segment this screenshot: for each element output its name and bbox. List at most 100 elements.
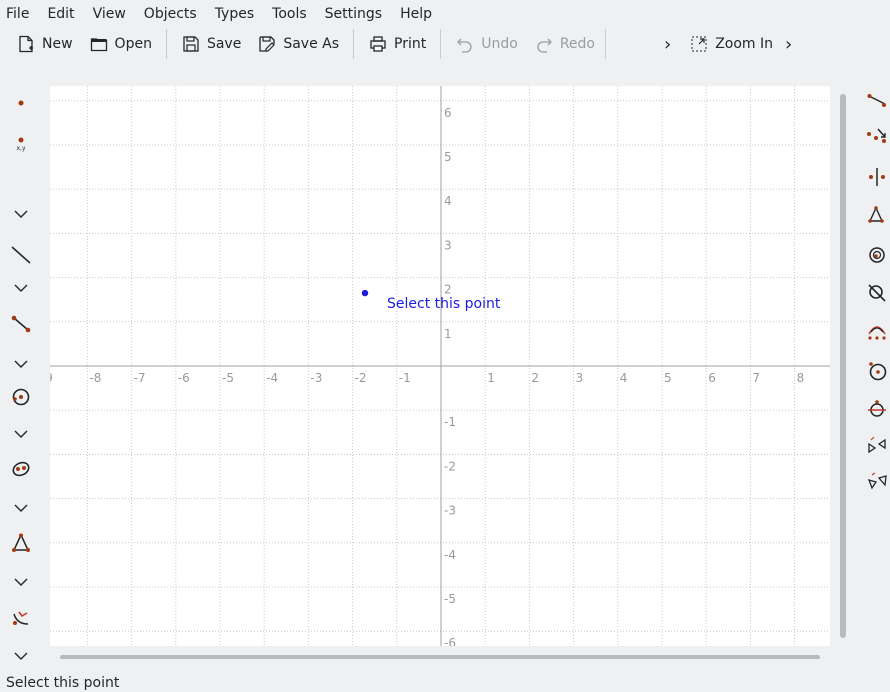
zoom-in-icon — [689, 34, 709, 54]
translate-tool-button[interactable] — [864, 434, 890, 460]
chevron-down-icon — [13, 575, 29, 591]
circle-by-center-tool-button[interactable] — [864, 360, 890, 386]
x-tick-label: 3 — [576, 371, 584, 385]
undo-label: Undo — [481, 36, 518, 52]
menu-file[interactable]: File — [0, 0, 38, 28]
expand-button[interactable] — [8, 644, 34, 670]
reflect-tool-button[interactable] — [864, 470, 890, 496]
x-tick-label: -3 — [310, 371, 322, 385]
expand-button[interactable] — [8, 496, 34, 522]
toolbar-separator — [353, 29, 355, 59]
more-actions-button[interactable]: › — [781, 29, 796, 59]
menu-tools[interactable]: Tools — [263, 0, 316, 28]
mirror-point-icon — [866, 166, 888, 192]
chevron-down-icon — [13, 207, 29, 223]
point-tool-button[interactable] — [8, 92, 34, 118]
ray-tool-button[interactable] — [864, 88, 890, 114]
y-tick-label: -6 — [444, 636, 456, 646]
conic-tool-button[interactable] — [8, 458, 34, 484]
coordinate-grid: 9 -8 -7 -6 -5 -4 -3 -2 -1 1 2 3 4 5 6 7 8 6 5 4 3 2 1 -1 -2 -3 -4 -… — [50, 86, 830, 646]
translate-icon — [866, 434, 888, 460]
midpoint-tool-button[interactable] — [864, 166, 890, 192]
triangle-icon — [866, 204, 888, 230]
line-tool-button[interactable] — [8, 244, 34, 270]
x-tick-label: -1 — [399, 371, 411, 385]
right-object-palette — [860, 88, 890, 508]
print-button[interactable]: Print — [360, 29, 434, 59]
menu-help[interactable]: Help — [391, 0, 441, 28]
x-tick-label: 7 — [752, 371, 760, 385]
polygon-tool-button[interactable] — [8, 532, 34, 558]
undo-icon — [455, 34, 475, 54]
vertical-scrollbar[interactable] — [840, 94, 846, 638]
y-tick-label: 3 — [444, 238, 452, 252]
segment-tool-button[interactable] — [8, 312, 34, 338]
x-tick-label: -8 — [89, 371, 101, 385]
point-coordinates-tool-button[interactable]: x,y — [8, 132, 34, 158]
redo-button[interactable]: Redo — [526, 29, 603, 59]
expand-button[interactable] — [8, 422, 34, 448]
x-tick-label: 6 — [708, 371, 716, 385]
undo-button[interactable]: Undo — [447, 29, 526, 59]
expand-button[interactable] — [8, 202, 34, 228]
redo-icon — [534, 34, 554, 54]
x-tick-label: -4 — [266, 371, 278, 385]
x-tick-label: -6 — [178, 371, 190, 385]
polygon-icon — [10, 532, 32, 558]
ray-icon — [866, 88, 888, 114]
menubar: File Edit View Objects Types Tools Setti… — [0, 0, 890, 28]
expand-button[interactable] — [8, 276, 34, 302]
menu-settings[interactable]: Settings — [316, 0, 391, 28]
save-as-label: Save As — [283, 36, 340, 52]
tangent-tool-button[interactable] — [864, 398, 890, 424]
open-button[interactable]: Open — [81, 29, 160, 59]
transformation-icon — [10, 608, 32, 634]
chevron-right-icon: › — [785, 33, 793, 55]
intersection-tool-button[interactable] — [864, 282, 890, 308]
zoom-in-button[interactable]: Zoom In — [681, 29, 781, 59]
toolbar-separator — [604, 29, 606, 59]
y-tick-label: 5 — [444, 150, 452, 164]
menu-objects[interactable]: Objects — [135, 0, 206, 28]
arc-three-points-tool-button[interactable] — [864, 320, 890, 346]
y-tick-label: -4 — [444, 548, 456, 562]
menu-types[interactable]: Types — [206, 0, 263, 28]
triangle-tool-button[interactable] — [864, 204, 890, 230]
toolbar-separator — [440, 29, 442, 59]
menu-edit[interactable]: Edit — [38, 0, 83, 28]
expand-button[interactable] — [8, 352, 34, 378]
x-tick-label: -2 — [355, 371, 367, 385]
open-label: Open — [114, 36, 152, 52]
menu-view[interactable]: View — [84, 0, 135, 28]
left-object-palette: x,y — [0, 88, 46, 668]
conic-icon — [10, 458, 32, 484]
segment-icon — [10, 312, 32, 338]
new-label: New — [42, 36, 73, 52]
transformation-tool-button[interactable] — [8, 608, 34, 634]
geometry-canvas[interactable]: 9 -8 -7 -6 -5 -4 -3 -2 -1 1 2 3 4 5 6 7 8 6 5 4 3 2 1 -1 -2 -3 -4 -… — [50, 86, 830, 646]
save-button[interactable]: Save — [173, 29, 249, 59]
circle-by-center-icon — [866, 360, 888, 386]
intersection-icon — [866, 282, 888, 308]
new-button[interactable]: New — [0, 29, 81, 59]
expand-button[interactable] — [8, 570, 34, 596]
save-as-button[interactable]: Save As — [249, 29, 347, 59]
more-actions-button[interactable]: › — [658, 29, 677, 59]
chevron-right-icon: › — [663, 33, 672, 55]
main-toolbar: New Open Save Save As Print Undo Redo › … — [0, 26, 890, 62]
toolbar-separator — [165, 29, 167, 59]
y-tick-label: -2 — [444, 459, 456, 473]
status-bar-text: Select this point — [6, 675, 120, 691]
arc-three-points-icon — [866, 320, 888, 346]
svg-text:x,y: x,y — [16, 145, 25, 152]
circle-tool-button[interactable] — [8, 386, 34, 412]
tangent-icon — [866, 398, 888, 424]
vector-tool-button[interactable] — [864, 124, 890, 150]
x-tick-label: 2 — [531, 371, 539, 385]
circle-icon — [10, 386, 32, 412]
arc-tool-button[interactable] — [864, 244, 890, 270]
folder-open-icon — [89, 34, 109, 54]
x-tick-label: 8 — [797, 371, 805, 385]
x-tick-label: 4 — [620, 371, 628, 385]
horizontal-scrollbar[interactable] — [60, 655, 820, 659]
